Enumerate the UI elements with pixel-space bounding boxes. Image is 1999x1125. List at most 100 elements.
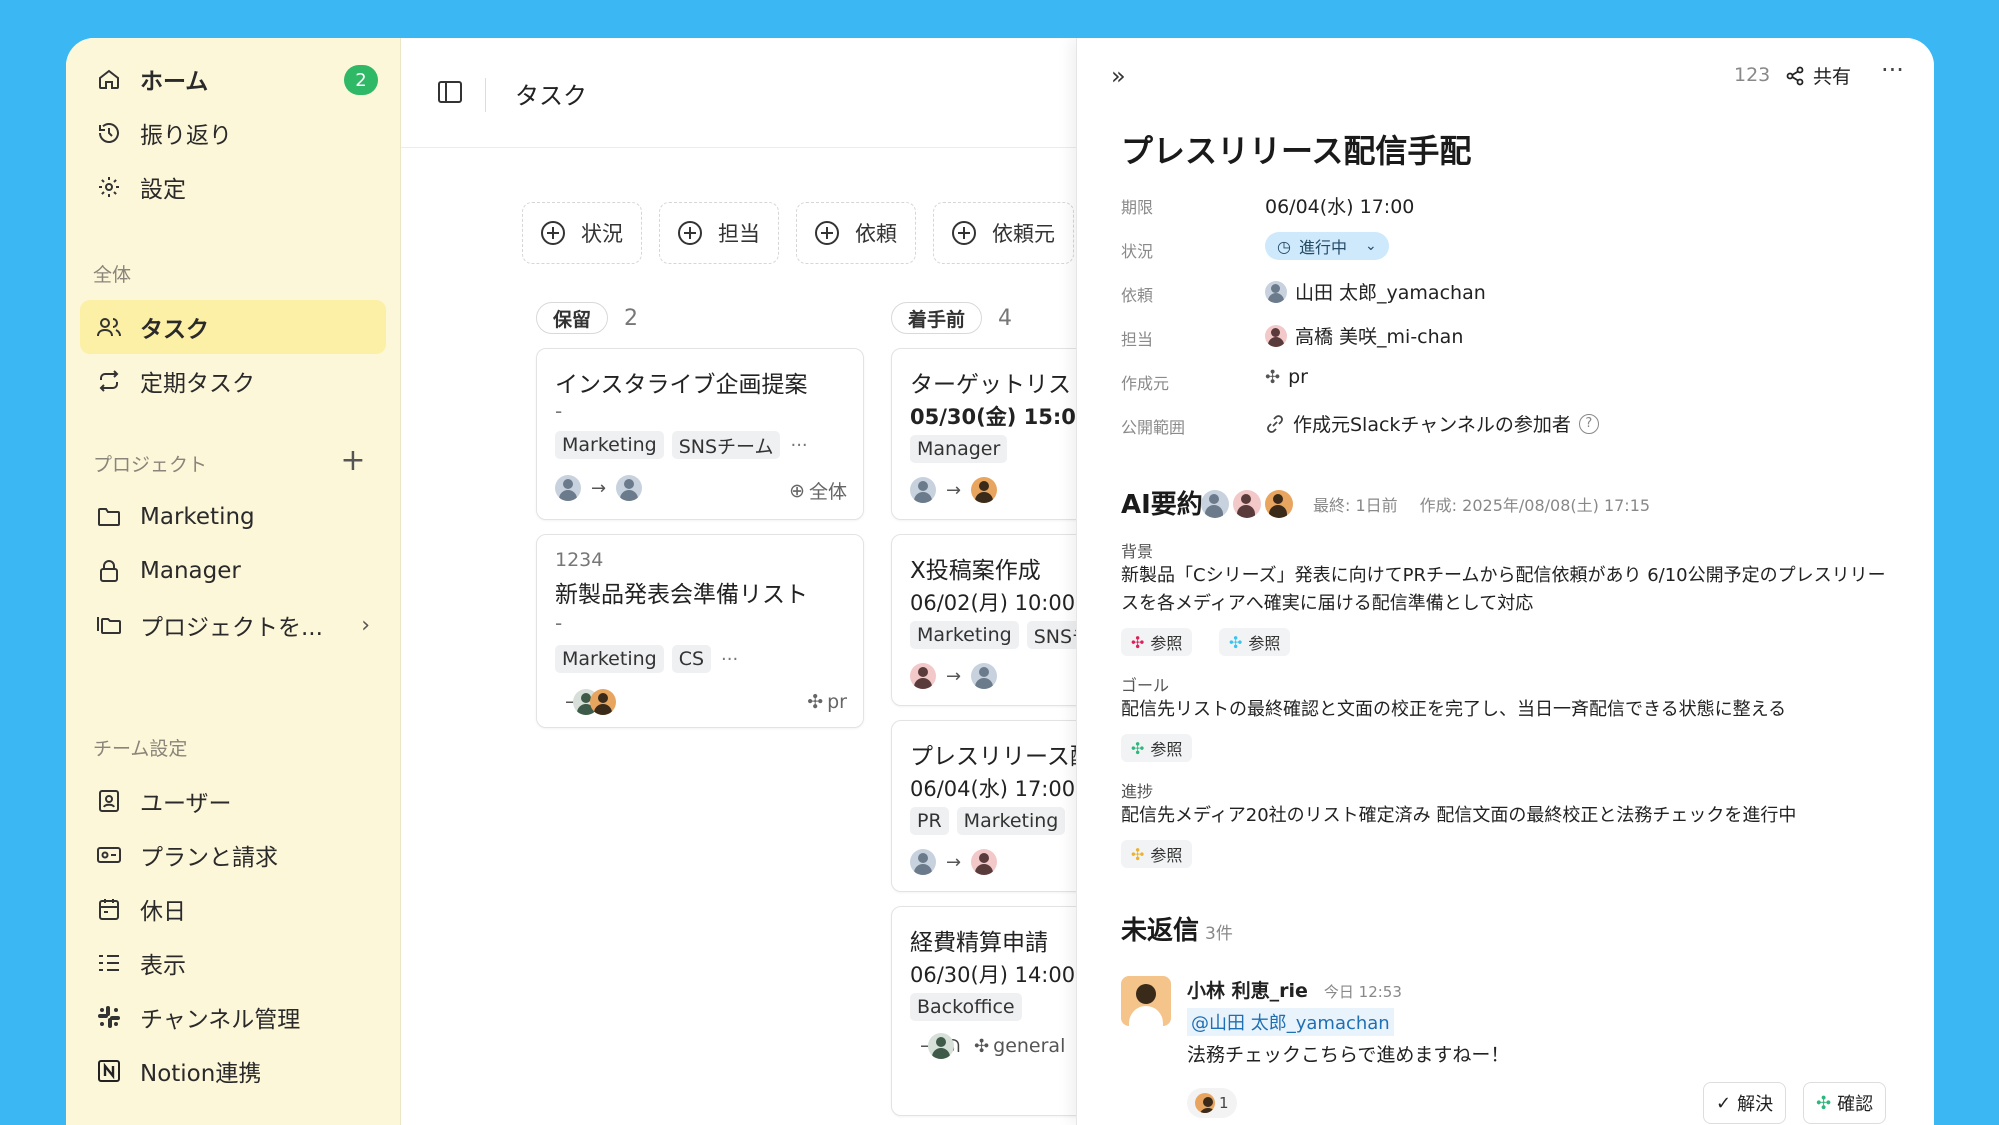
prop-label: 作成元 — [1121, 374, 1170, 393]
task-card[interactable]: インスタライブ企画提案 - Marketing SNSチーム ··· → ⊕ 全体 — [536, 348, 864, 520]
user-card-icon — [94, 786, 124, 816]
tag: SNSチーム — [671, 431, 781, 459]
sidebar-toggle-icon[interactable] — [437, 80, 463, 108]
reaction-chip[interactable]: 1 — [1187, 1088, 1237, 1118]
mention-link[interactable]: @山田 太郎_yamachan — [1187, 1008, 1394, 1036]
app-window: ホーム 2 振り返り 設定 全体 タスク 定期タスク プロジェクト + Mark… — [66, 38, 1934, 1125]
sidebar-item-project-manager[interactable]: Manager — [80, 544, 386, 598]
arrow-right-icon: → — [946, 665, 962, 687]
sidebar-item-holidays[interactable]: 休日 — [80, 882, 386, 936]
prop-label: 状況 — [1121, 242, 1154, 261]
sidebar-item-channels[interactable]: チャンネル管理 — [80, 990, 386, 1044]
arrow-right-icon: → — [946, 851, 962, 873]
panel-topbar: » 123 共有 ··· — [1077, 38, 1934, 118]
prop-label: 期限 — [1121, 198, 1154, 217]
sidebar-item-label: チャンネル管理 — [140, 1007, 301, 1033]
sidebar-item-settings[interactable]: 設定 — [80, 160, 386, 214]
more-tags: ··· — [721, 648, 739, 670]
reference-chip[interactable]: ✣ 参照 — [1121, 734, 1193, 762]
sidebar-item-label: 振り返り — [140, 123, 232, 149]
tag: SNSチーム — [1026, 621, 1078, 649]
resolve-button[interactable]: ✓ 解決 — [1703, 1082, 1787, 1124]
reference-chip[interactable]: ✣ 参照 — [1121, 840, 1193, 868]
status-pill[interactable]: ◷ 進行中 ⌄ — [1265, 232, 1389, 260]
task-card[interactable]: ターゲットリスト更新 05/30(金) 15:00 Manager → — [891, 348, 1078, 520]
task-detail-panel: » 123 共有 ··· プレスリリース配信手配 期限 06/04(水) 17:… — [1076, 38, 1934, 1125]
sidebar-item-review[interactable]: 振り返り — [80, 106, 386, 160]
column-header-todo: 着手前 4 — [891, 302, 1012, 334]
unreplied-count: 3件 — [1205, 924, 1233, 944]
tag: Marketing — [555, 431, 664, 459]
plus-circle-icon — [815, 221, 839, 245]
chevron-down-icon: ⌄ — [1364, 238, 1377, 254]
sidebar-item-label: ユーザー — [140, 791, 232, 817]
collapse-panel-icon[interactable]: » — [1111, 62, 1126, 90]
sidebar-item-recurring[interactable]: 定期タスク — [80, 354, 386, 408]
sidebar-item-home[interactable]: ホーム 2 — [80, 52, 386, 106]
task-card[interactable]: 1234 新製品発表会準備リスト - Marketing CS ··· → ✣p… — [536, 534, 864, 728]
progress-text: 配信先メディア20社のリスト確定済み 配信文面の最終校正と法務チェックを進行中 — [1121, 805, 1797, 826]
card-id: 1234 — [555, 549, 604, 571]
card-tags: PR Marketing — [910, 807, 1066, 835]
filter-assignee-button[interactable]: 担当 — [659, 202, 779, 264]
filter-request-button[interactable]: 依頼 — [796, 202, 916, 264]
tag: CS — [671, 645, 712, 673]
card-people: → — [555, 475, 643, 501]
background-label: 背景 — [1121, 542, 1154, 561]
reference-chip[interactable]: ✣ 参照 — [1219, 628, 1291, 656]
tag: Marketing — [555, 645, 664, 673]
filter-requester-button[interactable]: 依頼元 — [933, 202, 1074, 264]
avatar — [910, 663, 936, 689]
sidebar-item-billing[interactable]: プランと請求 — [80, 828, 386, 882]
card-tags: Marketing SNSチーム — [910, 621, 1078, 649]
add-project-button[interactable]: + — [338, 446, 368, 476]
confirm-button[interactable]: ✣ 確認 — [1803, 1082, 1887, 1124]
task-card[interactable]: X投稿案作成 06/02(月) 10:00 Marketing SNSチーム → — [891, 534, 1078, 706]
sidebar-item-users[interactable]: ユーザー — [80, 774, 386, 828]
avatar — [1233, 490, 1261, 518]
ai-summary-meta: 最終: 1日前 作成: 2025年/08/08(土) 17:15 — [1201, 490, 1650, 518]
avatar — [1121, 976, 1171, 1026]
sidebar-item-label: プランと請求 — [140, 845, 278, 871]
created-at: 作成: 2025年/08/08(土) 17:15 — [1419, 496, 1651, 515]
due-date-value[interactable]: 06/04(水) 17:00 — [1265, 192, 1414, 219]
share-button[interactable]: 共有 — [1785, 62, 1851, 89]
sidebar-item-tasks[interactable]: タスク — [80, 300, 386, 354]
source-field[interactable]: ✣ pr — [1265, 366, 1308, 388]
card-due: 05/30(金) 15:00 — [910, 405, 1078, 429]
list-icon — [94, 948, 124, 978]
avatar — [1195, 1093, 1215, 1113]
prop-label: 依頼 — [1121, 286, 1154, 305]
task-card[interactable]: 経費精算申請 06/30(月) 14:00 Backoffice →ᘏ ✣ ge… — [891, 906, 1078, 1116]
card-title: インスタライブ企画提案 — [555, 372, 808, 398]
sidebar-item-display[interactable]: 表示 — [80, 936, 386, 990]
slack-icon — [94, 1002, 124, 1032]
requester-field[interactable]: 山田 太郎_yamachan — [1265, 278, 1486, 305]
slack-icon: ✣ — [1229, 632, 1243, 652]
notion-icon — [94, 1056, 124, 1086]
filter-status-button[interactable]: 状況 — [522, 202, 642, 264]
arrow-right-icon: → — [591, 477, 607, 499]
card-title: ターゲットリスト更新 — [910, 372, 1078, 398]
avatar — [971, 477, 998, 503]
help-icon[interactable]: ? — [1578, 413, 1599, 434]
unread-badge: 2 — [344, 65, 378, 95]
prop-label: 担当 — [1121, 330, 1154, 349]
task-card[interactable]: プレスリリース配信手配 06/04(水) 17:00 PR Marketing … — [891, 720, 1078, 892]
message-author: 小林 利恵_rie 今日 12:53 — [1187, 980, 1402, 1002]
sidebar-item-notion[interactable]: Notion連携 — [80, 1044, 386, 1098]
sidebar-item-more-projects[interactable]: プロジェクトを... › — [80, 598, 386, 652]
slack-icon: ✣ — [1265, 366, 1281, 388]
avatar — [910, 477, 936, 503]
status-field[interactable]: ◷ 進行中 ⌄ — [1265, 232, 1389, 260]
more-options-icon[interactable]: ··· — [1881, 56, 1904, 84]
task-number: 123 — [1734, 64, 1771, 86]
assignee-field[interactable]: 高橋 美咲_mi-chan — [1265, 322, 1463, 349]
slack-icon: ✣ — [1131, 844, 1145, 864]
plus-circle-icon — [541, 221, 565, 245]
sidebar-item-project-marketing[interactable]: Marketing — [80, 490, 386, 544]
sidebar-item-label: 休日 — [140, 899, 186, 925]
reference-chip[interactable]: ✣ 参照 — [1121, 628, 1193, 656]
card-people: → — [555, 689, 617, 715]
scope-field[interactable]: 作成元Slackチャンネルの参加者 ? — [1265, 410, 1599, 437]
